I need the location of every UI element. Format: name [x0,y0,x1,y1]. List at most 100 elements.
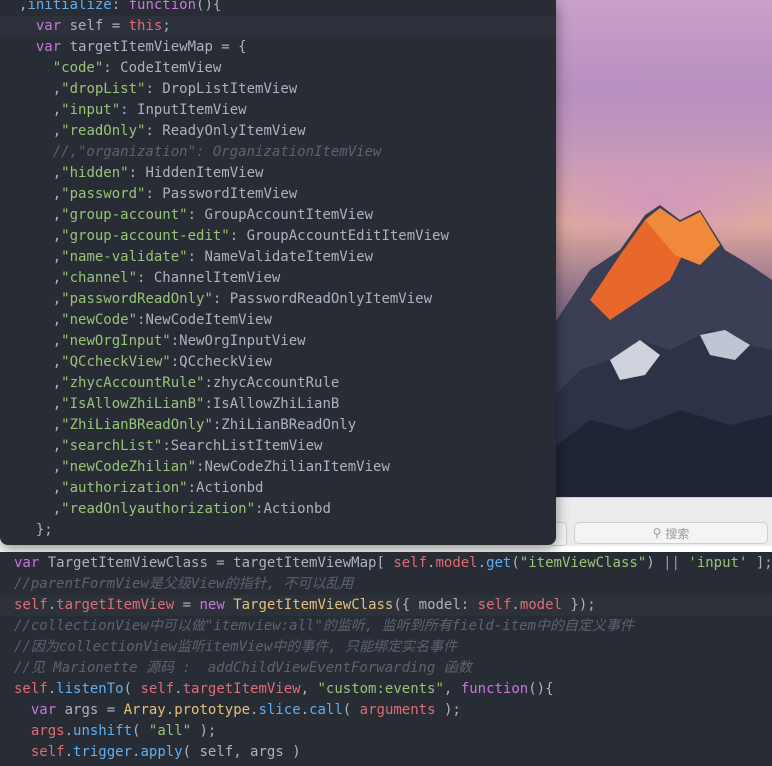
code-token: , [19,270,62,286]
code-token: (){ [196,0,222,13]
code-line[interactable]: var args = Array.prototype.slice.call( a… [0,700,772,721]
code-token: "zhycAccountRule" [61,375,205,391]
code-line[interactable]: ,"newCodeZhilian":NewCodeZhilianItemView [0,457,556,478]
code-token: , [19,102,62,118]
code-line[interactable]: var targetItemViewMap = { [0,37,556,58]
code-token: , [19,375,62,391]
code-token: this [128,18,163,34]
code-line[interactable]: ,"searchList":SearchListItemView [0,436,556,457]
code-token: "itemViewClass" [519,555,647,571]
code-token: "code" [52,60,104,76]
code-line[interactable]: args.unshift( "all" ); [0,721,772,742]
code-editor-top[interactable]: ,initialize: function(){ var self = this… [0,0,556,545]
code-token: "passwordReadOnly" [61,291,213,307]
code-token: function [460,681,529,697]
code-token: : NameValidateItemView [187,249,374,265]
code-token: args [30,723,65,739]
code-token: model [435,555,478,571]
code-token: ; [162,18,171,34]
code-token: :NewCodeZhilianItemView [196,459,390,475]
code-token: trigger [73,744,133,760]
code-token: arguments [359,702,436,718]
code-token: prototype [174,702,251,718]
code-line[interactable]: //collectionView中可以做"itemview:all"的监听, 监… [0,616,772,637]
code-token: || [663,555,680,571]
code-line[interactable]: ,"passwordReadOnly": PasswordReadOnlyIte… [0,289,556,310]
code-token: , [19,312,62,328]
code-token: (){ [528,681,554,697]
code-token: var [35,39,62,55]
code-line[interactable]: ,"password": PasswordItemView [0,184,556,205]
code-token: : ReadyOnlyItemView [145,123,306,139]
code-token: ( [132,723,149,739]
search-input[interactable]: ⚲ 搜索 [574,522,768,544]
code-token: : [111,0,129,13]
code-token: new [199,597,225,613]
code-token: , [300,681,318,697]
code-token: . [165,702,175,718]
code-line[interactable]: ,"newOrgInput":NewOrgInputView [0,331,556,352]
code-line[interactable]: //,"organization": OrganizationItemView [0,142,556,163]
code-token: function [128,0,197,13]
code-token: args = [56,702,124,718]
code-line[interactable]: ,"hidden": HiddenItemView [0,163,556,184]
code-token: self [30,744,65,760]
code-token: "ZhiLianBReadOnly" [61,417,213,433]
code-line[interactable]: "code": CodeItemView [0,58,556,79]
code-line[interactable]: ,"name-validate": NameValidateItemView [0,247,556,268]
code-token: initialize [27,0,112,13]
code-token: . [64,723,74,739]
code-token: , [19,480,62,496]
code-token: . [47,681,57,697]
code-line[interactable]: self.targetItemView = new TargetItemView… [0,595,772,616]
code-line[interactable]: ,"IsAllowZhiLianB":IsAllowZhiLianB [0,394,556,415]
code-editor-bottom[interactable]: var TargetItemViewClass = targetItemView… [0,552,772,766]
code-token: "IsAllowZhiLianB" [61,396,205,412]
code-line[interactable]: ,"readOnly": ReadyOnlyItemView [0,121,556,142]
code-token: : PasswordItemView [145,186,298,202]
code-token: "hidden" [61,165,129,181]
code-token: , [19,333,62,349]
code-line[interactable]: ,"dropList": DropListItemView [0,79,556,100]
code-token: ]; [747,555,772,571]
code-token: , [19,165,62,181]
code-line[interactable]: var self = this; [0,16,556,37]
code-line[interactable]: //因为collectionView监听itemView中的事件, 只能绑定实名… [0,637,772,658]
code-token: :Actionbd [255,501,331,517]
code-token: //collectionView中可以做"itemview:all"的监听, 监… [14,618,635,634]
code-line[interactable]: ,"authorization":Actionbd [0,478,556,499]
code-line[interactable]: self.trigger.apply( self, args ) [0,742,772,763]
code-token: //parentFormView是父级View的指针, 不可以乱用 [14,576,354,592]
code-line[interactable]: ,"QCcheckView":QCcheckView [0,352,556,373]
code-token: , [19,396,62,412]
code-line[interactable]: ,"ZhiLianBReadOnly":ZhiLianBReadOnly [0,415,556,436]
code-line[interactable]: ,"group-account": GroupAccountItemView [0,205,556,226]
code-token: self [140,681,175,697]
code-line[interactable]: ,"channel": ChannelItemView [0,268,556,289]
code-line[interactable]: ,"zhycAccountRule":zhycAccountRule [0,373,556,394]
code-token: = [174,597,200,613]
code-line[interactable]: ,"readOnlyauthorization":Actionbd [0,499,556,520]
code-token: , [19,417,62,433]
code-line[interactable]: self.listenTo( self.targetItemView, "cus… [0,679,772,700]
code-line[interactable]: ,"group-account-edit": GroupAccountEditI… [0,226,556,247]
code-token: : ChannelItemView [137,270,281,286]
code-token: self [14,597,48,613]
code-token: "group-account" [61,207,188,223]
code-line[interactable]: var TargetItemViewClass = targetItemView… [0,553,772,574]
code-line[interactable]: }; [0,520,556,541]
code-token: ( self, args ) [182,744,301,760]
code-line[interactable]: //见 Marionette 源码 : addChildViewEventFor… [0,658,772,679]
code-token: , [19,354,62,370]
code-line[interactable]: ,initialize: function(){ [0,0,556,16]
code-line[interactable]: ,"input": InputItemView [0,100,556,121]
code-line[interactable]: ,"newCode":NewCodeItemView [0,310,556,331]
code-token: "password" [61,186,146,202]
code-line[interactable]: //parentFormView是父级View的指针, 不可以乱用 [0,574,772,595]
